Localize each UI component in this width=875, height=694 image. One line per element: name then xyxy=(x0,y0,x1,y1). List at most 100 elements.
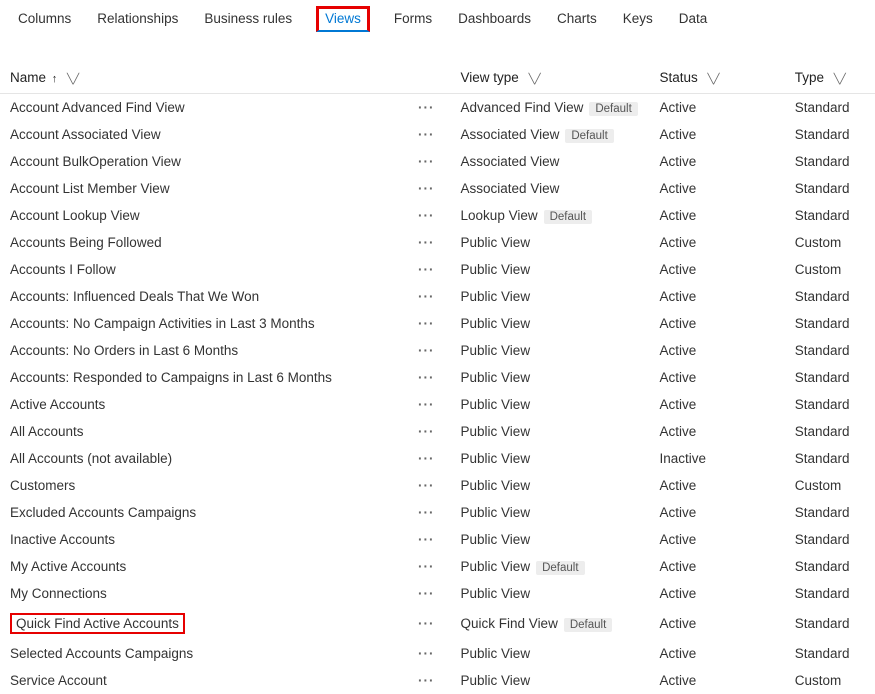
more-actions-icon[interactable]: ··· xyxy=(418,616,435,631)
more-actions-icon[interactable]: ··· xyxy=(418,397,435,412)
table-row[interactable]: Excluded Accounts Campaigns···Public Vie… xyxy=(0,499,875,526)
more-actions-icon[interactable]: ··· xyxy=(418,235,435,250)
column-header-status[interactable]: Status ╲╱ xyxy=(649,62,784,94)
view-name-link[interactable]: Quick Find Active Accounts xyxy=(16,616,179,631)
more-actions-icon[interactable]: ··· xyxy=(418,505,435,520)
view-name-link[interactable]: My Connections xyxy=(10,586,107,601)
cell-type: Custom xyxy=(785,472,875,499)
view-name-link[interactable]: Service Account xyxy=(10,673,107,688)
more-actions-icon[interactable]: ··· xyxy=(418,559,435,574)
table-row[interactable]: Account Associated View···Associated Vie… xyxy=(0,121,875,148)
more-actions-icon[interactable]: ··· xyxy=(418,289,435,304)
table-row[interactable]: All Accounts (not available)···Public Vi… xyxy=(0,445,875,472)
cell-actions: ··· xyxy=(402,148,450,175)
view-name-link[interactable]: Active Accounts xyxy=(10,397,105,412)
more-actions-icon[interactable]: ··· xyxy=(418,127,435,142)
tab-views[interactable]: Views xyxy=(316,6,370,32)
more-actions-icon[interactable]: ··· xyxy=(418,673,435,688)
tab-charts[interactable]: Charts xyxy=(555,7,599,32)
view-name-link[interactable]: Accounts: Influenced Deals That We Won xyxy=(10,289,259,304)
more-actions-icon[interactable]: ··· xyxy=(418,424,435,439)
view-name-link[interactable]: Selected Accounts Campaigns xyxy=(10,646,193,661)
cell-name: Account List Member View xyxy=(0,175,402,202)
more-actions-icon[interactable]: ··· xyxy=(418,154,435,169)
view-name-link[interactable]: All Accounts (not available) xyxy=(10,451,172,466)
cell-view-type: Public View xyxy=(451,391,650,418)
status-text: Inactive xyxy=(659,451,706,466)
column-header-view-type[interactable]: View type ╲╱ xyxy=(451,62,650,94)
view-name-link[interactable]: Accounts I Follow xyxy=(10,262,116,277)
table-row[interactable]: Accounts: No Orders in Last 6 Months···P… xyxy=(0,337,875,364)
view-name-link[interactable]: Account Advanced Find View xyxy=(10,100,185,115)
status-text: Active xyxy=(659,478,696,493)
more-actions-icon[interactable]: ··· xyxy=(418,586,435,601)
tab-forms[interactable]: Forms xyxy=(392,7,434,32)
table-row[interactable]: Inactive Accounts···Public ViewActiveSta… xyxy=(0,526,875,553)
view-name-link[interactable]: Account BulkOperation View xyxy=(10,154,181,169)
view-name-link[interactable]: My Active Accounts xyxy=(10,559,126,574)
more-actions-icon[interactable]: ··· xyxy=(418,451,435,466)
table-row[interactable]: Accounts I Follow···Public ViewActiveCus… xyxy=(0,256,875,283)
tab-dashboards[interactable]: Dashboards xyxy=(456,7,533,32)
view-name-link[interactable]: All Accounts xyxy=(10,424,84,439)
table-row[interactable]: Account Advanced Find View···Advanced Fi… xyxy=(0,94,875,122)
table-row[interactable]: All Accounts···Public ViewActiveStandard xyxy=(0,418,875,445)
more-actions-icon[interactable]: ··· xyxy=(418,370,435,385)
view-name-link[interactable]: Accounts Being Followed xyxy=(10,235,162,250)
more-actions-icon[interactable]: ··· xyxy=(418,100,435,115)
more-actions-icon[interactable]: ··· xyxy=(418,208,435,223)
view-name-link[interactable]: Accounts: No Campaign Activities in Last… xyxy=(10,316,315,331)
cell-status: Active xyxy=(649,580,784,607)
more-actions-icon[interactable]: ··· xyxy=(418,316,435,331)
table-row[interactable]: Selected Accounts Campaigns···Public Vie… xyxy=(0,640,875,667)
more-actions-icon[interactable]: ··· xyxy=(418,181,435,196)
view-name-link[interactable]: Accounts: No Orders in Last 6 Months xyxy=(10,343,238,358)
table-row[interactable]: My Connections···Public ViewActiveStanda… xyxy=(0,580,875,607)
table-row[interactable]: Active Accounts···Public ViewActiveStand… xyxy=(0,391,875,418)
type-text: Custom xyxy=(795,673,842,688)
table-row[interactable]: Quick Find Active Accounts···Quick Find … xyxy=(0,607,875,640)
column-header-type[interactable]: Type ╲╱ xyxy=(785,62,875,94)
view-name-link[interactable]: Inactive Accounts xyxy=(10,532,115,547)
table-row[interactable]: Account List Member View ··· Associated Vi… xyxy=(0,175,875,202)
cell-type: Standard xyxy=(785,364,875,391)
more-actions-icon[interactable]: ··· xyxy=(418,532,435,547)
tab-business-rules[interactable]: Business rules xyxy=(202,7,294,32)
view-name-link[interactable]: Accounts: Responded to Campaigns in Last… xyxy=(10,370,332,385)
cell-name: Accounts: Responded to Campaigns in Last… xyxy=(0,364,402,391)
cell-view-type: Associated View xyxy=(451,175,650,202)
more-actions-icon[interactable]: ··· xyxy=(418,262,435,277)
cell-type: Standard xyxy=(785,148,875,175)
cell-status: Active xyxy=(649,94,784,122)
tab-data[interactable]: Data xyxy=(677,7,710,32)
table-row[interactable]: Account BulkOperation View···Associated … xyxy=(0,148,875,175)
tab-keys[interactable]: Keys xyxy=(621,7,655,32)
chevron-down-icon: ╲╱ xyxy=(708,74,720,85)
table-row[interactable]: My Active Accounts···Public ViewDefaultA… xyxy=(0,553,875,580)
table-row[interactable]: Service Account···Public ViewActiveCusto… xyxy=(0,667,875,694)
view-name-link[interactable]: Account List Member View xyxy=(10,181,170,196)
tab-relationships[interactable]: Relationships xyxy=(95,7,180,32)
table-row[interactable]: Account Lookup View···Lookup ViewDefault… xyxy=(0,202,875,229)
tab-columns[interactable]: Columns xyxy=(16,7,73,32)
chevron-down-icon: ╲╱ xyxy=(834,74,846,85)
view-name-link[interactable]: Customers xyxy=(10,478,75,493)
table-row[interactable]: Accounts: No Campaign Activities in Last… xyxy=(0,310,875,337)
more-actions-icon[interactable]: ··· xyxy=(418,343,435,358)
type-text: Standard xyxy=(795,154,850,169)
table-row[interactable]: Customers···Public ViewActiveCustom xyxy=(0,472,875,499)
more-actions-icon[interactable]: ··· xyxy=(418,646,435,661)
view-name-link[interactable]: Excluded Accounts Campaigns xyxy=(10,505,196,520)
table-row[interactable]: Accounts: Influenced Deals That We Won ··… xyxy=(0,283,875,310)
table-row[interactable]: Accounts: Responded to Campaigns in Last… xyxy=(0,364,875,391)
more-actions-icon[interactable]: ··· xyxy=(418,478,435,493)
header-label-status: Status xyxy=(659,70,697,85)
view-type-text: Lookup View xyxy=(461,208,538,223)
cell-type: Standard xyxy=(785,640,875,667)
cell-actions: ··· xyxy=(402,229,450,256)
view-name-link[interactable]: Account Associated View xyxy=(10,127,161,142)
view-name-link[interactable]: Account Lookup View xyxy=(10,208,140,223)
table-row[interactable]: Accounts Being Followed···Public ViewAct… xyxy=(0,229,875,256)
status-text: Active xyxy=(659,343,696,358)
column-header-name[interactable]: Name ↑ ╲╱ xyxy=(0,62,402,94)
